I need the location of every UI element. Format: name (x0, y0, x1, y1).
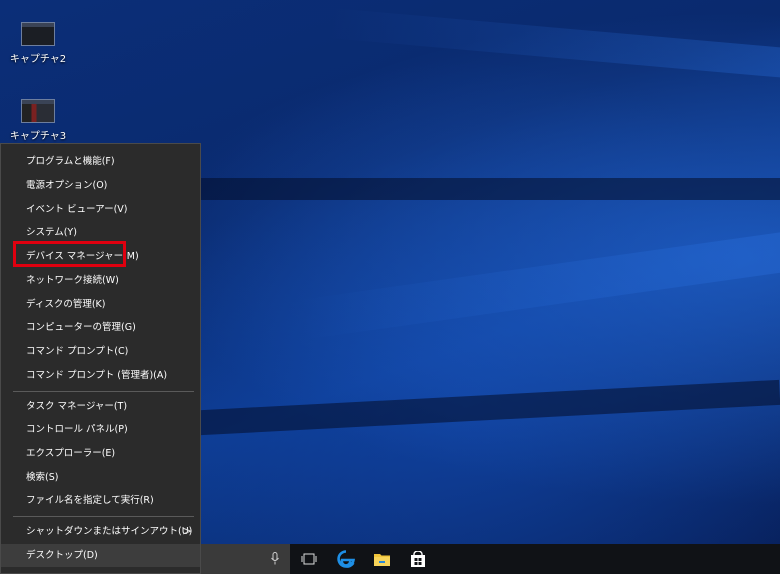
menu-item-control-panel[interactable]: コントロール パネル(P) (1, 418, 200, 441)
wallpaper-band (200, 178, 780, 200)
screenshot-thumbnail-icon (21, 99, 55, 123)
desktop-icon-capture3[interactable]: キャプチャ3 (8, 99, 68, 142)
menu-item-command-prompt-admin[interactable]: コマンド プロンプト (管理者)(A) (1, 364, 200, 387)
menu-item-command-prompt[interactable]: コマンド プロンプト(C) (1, 340, 200, 363)
menu-item-computer-management[interactable]: コンピューターの管理(G) (1, 316, 200, 339)
desktop-icon-label: キャプチャ2 (9, 54, 67, 65)
wallpaper-beam (328, 8, 780, 84)
desktop-icon-capture2[interactable]: キャプチャ2 (8, 22, 68, 65)
menu-separator (13, 391, 194, 392)
menu-item-disk-management[interactable]: ディスクの管理(K) (1, 293, 200, 316)
menu-item-search[interactable]: 検索(S) (1, 466, 200, 489)
microphone-icon[interactable] (271, 552, 279, 565)
edge-icon[interactable] (328, 544, 364, 574)
file-explorer-icon[interactable] (364, 544, 400, 574)
cortana-search-box[interactable] (201, 544, 290, 574)
wallpaper-band (199, 379, 780, 436)
menu-item-power-options[interactable]: 電源オプション(O) (1, 174, 200, 197)
menu-item-run[interactable]: ファイル名を指定して実行(R) (1, 489, 200, 512)
store-icon[interactable] (400, 544, 436, 574)
menu-item-shutdown-signout[interactable]: シャットダウンまたはサインアウト(U) > (1, 520, 200, 543)
power-user-menu: プログラムと機能(F) 電源オプション(O) イベント ビューアー(V) システ… (0, 143, 201, 574)
wallpaper-beam (297, 227, 780, 340)
chevron-right-icon: > (181, 524, 192, 538)
menu-item-task-manager[interactable]: タスク マネージャー(T) (1, 395, 200, 418)
menu-separator (13, 516, 194, 517)
task-view-icon[interactable] (291, 544, 327, 574)
menu-item-programs-features[interactable]: プログラムと機能(F) (1, 150, 200, 173)
device-manager-highlight-box (13, 241, 126, 267)
menu-item-event-viewer[interactable]: イベント ビューアー(V) (1, 198, 200, 221)
menu-item-network-connections[interactable]: ネットワーク接続(W) (1, 269, 200, 292)
menu-item-label: シャットダウンまたはサインアウト(U) (26, 526, 193, 537)
screenshot-thumbnail-icon (21, 22, 55, 46)
taskbar (201, 544, 780, 574)
desktop-icon-label: キャプチャ3 (9, 131, 67, 142)
menu-item-desktop[interactable]: デスクトップ(D) (1, 544, 200, 567)
menu-item-explorer[interactable]: エクスプローラー(E) (1, 442, 200, 465)
